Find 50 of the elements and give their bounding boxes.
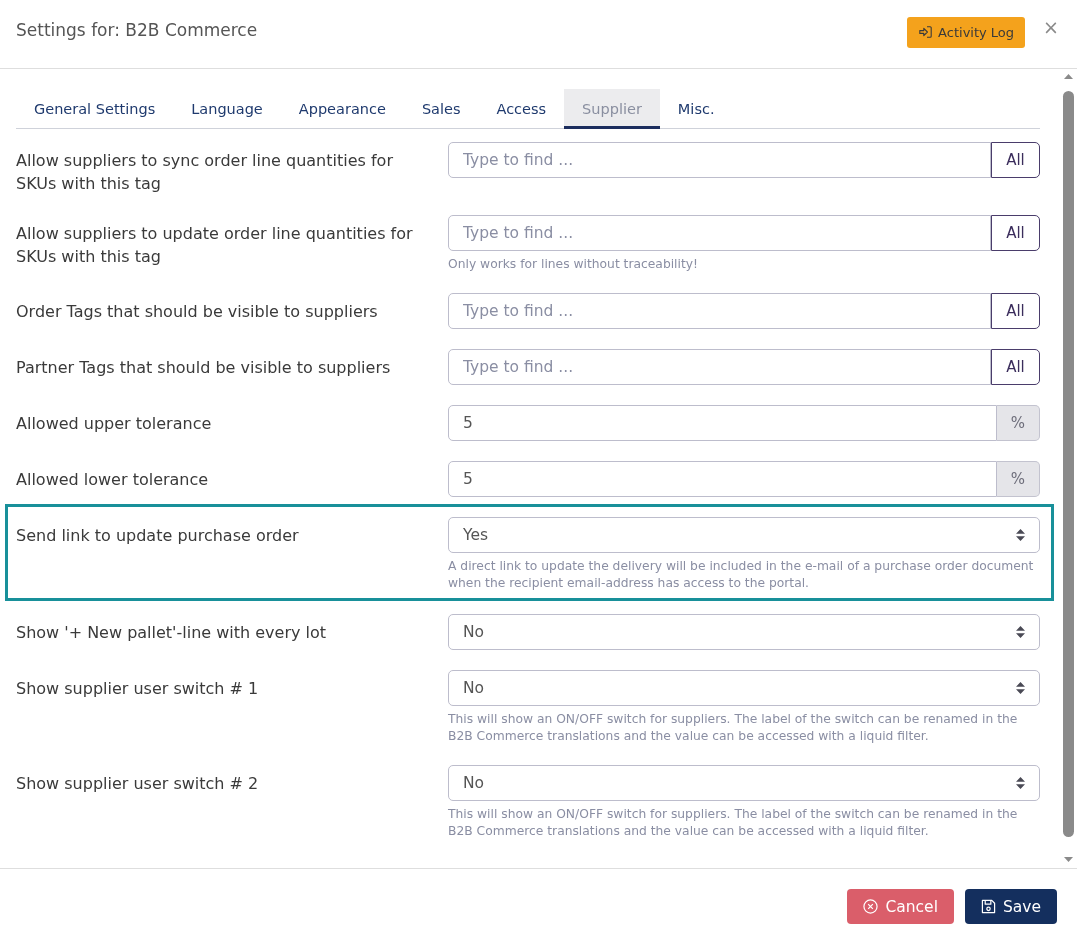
circle-x-icon (863, 899, 879, 914)
caret-icon (1016, 776, 1025, 790)
activity-log-button[interactable]: Activity Log (907, 16, 1026, 48)
setting-label: Allowed upper tolerance (16, 413, 213, 435)
tab[interactable]: Misc. (659, 89, 733, 129)
number-field[interactable]: 5 (448, 461, 997, 497)
select-field[interactable]: No (448, 670, 1040, 706)
unit-addon: % (997, 405, 1040, 441)
up-triangle-icon[interactable] (1064, 74, 1073, 79)
setting-label: Show supplier user switch # 2 (16, 773, 260, 795)
cancel-button[interactable]: Cancel (847, 889, 954, 924)
tag-search-field[interactable]: Type to find ... (448, 215, 991, 251)
help-text: A direct link to update the delivery will be included in the e-mail of a purchase order document when the recipient email-address has access to the portal. (448, 558, 1035, 592)
tag-search-field[interactable]: Type to find ... (448, 142, 991, 178)
save-button[interactable]: Save (964, 889, 1057, 924)
caret-icon (1016, 681, 1025, 695)
setting-label: Show '+ New pallet'-line with every lot (16, 622, 328, 644)
save-icon (980, 899, 996, 914)
help-text: Only works for lines without traceability! (448, 256, 699, 273)
dialog-title: Settings for: B2B Commerce (16, 20, 258, 40)
setting-label: Show supplier user switch # 1 (16, 678, 260, 700)
select-field[interactable]: Yes (448, 517, 1040, 553)
all-button[interactable]: All (991, 293, 1040, 329)
all-button[interactable]: All (991, 349, 1040, 385)
help-text: This will show an ON/OFF switch for suppliers. The label of the switch can be renamed in the B2B Commerce translations and the value can be accessed with a liquid filter. (448, 806, 1019, 840)
select-field[interactable]: No (448, 614, 1040, 650)
down-triangle-icon[interactable] (1064, 857, 1073, 862)
number-field[interactable]: 5 (448, 405, 997, 441)
tab[interactable]: Sales (403, 89, 479, 129)
caret-icon (1016, 625, 1025, 639)
all-button[interactable]: All (991, 142, 1040, 178)
all-button[interactable]: All (991, 215, 1040, 251)
tab[interactable]: Appearance (280, 89, 404, 129)
caret-icon (1016, 528, 1025, 542)
select-field[interactable]: No (448, 765, 1040, 801)
setting-label: Allowed lower tolerance (16, 469, 210, 491)
setting-label: Allow suppliers to update order line quantities for SKUs with this tag (16, 223, 414, 268)
tab[interactable]: Access (478, 89, 565, 129)
tag-search-field[interactable]: Type to find ... (448, 293, 991, 329)
unit-addon: % (997, 461, 1040, 497)
sign-in-icon (919, 26, 933, 38)
setting-label: Partner Tags that should be visible to suppliers (16, 357, 392, 379)
scrollbar-thumb[interactable] (1063, 91, 1074, 837)
tab[interactable]: General Settings (16, 89, 174, 129)
setting-label: Allow suppliers to sync order line quantities for SKUs with this tag (16, 150, 394, 195)
tag-search-field[interactable]: Type to find ... (448, 349, 991, 385)
setting-label: Order Tags that should be visible to suppliers (16, 301, 379, 323)
tab[interactable]: Language (173, 89, 281, 129)
help-text: This will show an ON/OFF switch for suppliers. The label of the switch can be renamed in the B2B Commerce translations and the value can be accessed with a liquid filter. (448, 711, 1019, 745)
setting-label: Send link to update purchase order (16, 525, 300, 547)
